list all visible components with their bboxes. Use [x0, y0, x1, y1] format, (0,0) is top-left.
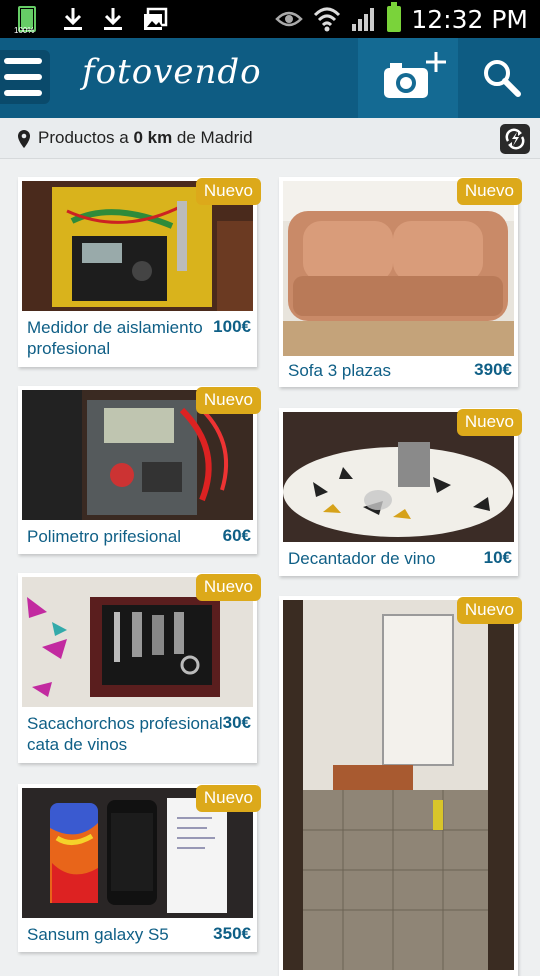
signal-icon — [352, 8, 375, 31]
camera-plus-icon — [384, 52, 446, 98]
product-price: 100€ — [213, 317, 251, 336]
wifi-icon — [314, 7, 341, 32]
product-card[interactable]: Nuevo Sofa 3 plazas 390€ — [279, 177, 522, 387]
product-card[interactable]: Nuevo Sansum galaxy S5 350€ — [18, 784, 261, 952]
gallery-icon — [144, 7, 168, 30]
distance-value: 0 km — [133, 128, 173, 147]
refresh-icon — [505, 128, 525, 150]
new-badge: Nuevo — [195, 574, 261, 601]
battery-percent-label: 100% — [14, 26, 35, 35]
refresh-button[interactable] — [500, 124, 530, 154]
download-icon — [64, 8, 82, 30]
battery-icon — [387, 2, 402, 32]
location-bar[interactable]: Productos a 0 km de Madrid — [0, 118, 540, 159]
new-badge: Nuevo — [195, 785, 261, 812]
product-photo — [283, 600, 514, 970]
product-title: Polimetro prifesional — [27, 527, 182, 546]
product-photo — [283, 181, 514, 356]
product-card[interactable]: Nuevo Decantador de vino 10€ — [279, 408, 522, 576]
battery-status-icon: 100% — [14, 4, 44, 35]
new-badge: Nuevo — [456, 178, 522, 205]
product-price: 60€ — [222, 526, 251, 545]
product-price: 10€ — [483, 548, 512, 567]
new-badge: Nuevo — [195, 178, 261, 205]
product-price: 390€ — [474, 360, 512, 379]
search-button[interactable] — [458, 38, 540, 118]
clock: 12:32 PM — [411, 4, 528, 34]
product-title: Sansum galaxy S5 — [27, 925, 169, 944]
product-title: Decantador de vino — [288, 549, 436, 568]
download-icon — [104, 8, 122, 30]
product-title: Sofa 3 plazas — [288, 361, 392, 380]
new-badge: Nuevo — [456, 409, 522, 436]
search-icon — [484, 60, 521, 97]
product-price: 350€ — [213, 924, 251, 943]
new-badge: Nuevo — [195, 387, 261, 414]
product-title: Medidor de aislamiento profesional — [27, 318, 203, 358]
status-bar: 100% 12:32 PM — [0, 0, 540, 38]
product-card[interactable]: Nuevo Polimetro prifesional 60€ — [18, 386, 261, 554]
product-card[interactable]: Nuevo Sacachorchos profesional cata de v… — [18, 573, 261, 763]
menu-button[interactable] — [0, 50, 50, 104]
product-card[interactable]: Nuevo Medidor de aislamiento profesional… — [18, 177, 261, 367]
product-price: 30€ — [222, 713, 251, 732]
product-card[interactable]: Nuevo — [279, 596, 522, 976]
location-text: Productos a 0 km de Madrid — [38, 128, 253, 147]
new-badge: Nuevo — [456, 597, 522, 624]
eye-icon — [275, 11, 304, 27]
app-logo: fotovendo — [82, 52, 262, 92]
app-header: fotovendo — [0, 38, 540, 118]
hamburger-icon — [4, 58, 42, 64]
location-pin-icon — [18, 130, 30, 148]
camera-button[interactable] — [358, 38, 458, 118]
product-title: Sacachorchos profesional cata de vinos — [27, 714, 223, 754]
